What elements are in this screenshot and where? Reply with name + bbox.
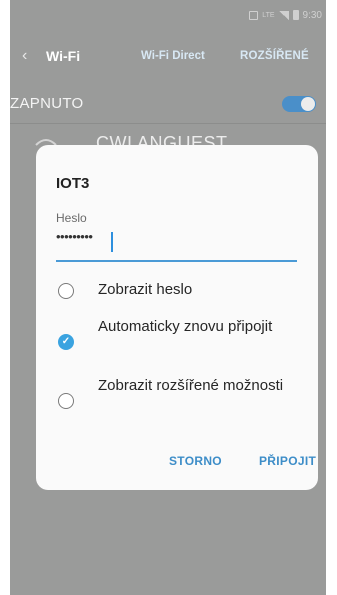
phone-screen: LTE 9:30 ‹ Wi-Fi Wi-Fi Direct ROZŠÍŘENÉ …: [10, 0, 326, 595]
option-label: Zobrazit heslo: [98, 281, 193, 298]
cancel-button[interactable]: STORNO: [169, 454, 222, 468]
status-bar: LTE 9:30: [249, 8, 322, 22]
signal-icon: [278, 10, 289, 20]
divider: [10, 123, 326, 124]
advanced-button[interactable]: ROZŠÍŘENÉ: [240, 50, 309, 62]
battery-icon: [292, 10, 299, 20]
app-header: ‹ Wi-Fi Wi-Fi Direct ROZŠÍŘENÉ: [10, 44, 326, 70]
radio-icon[interactable]: [58, 393, 74, 409]
option-label: Zobrazit rozšířené možnosti: [98, 377, 284, 394]
wifi-connect-dialog: IOT3 Heslo ••••••••• Zobrazit heslo ✓ Au…: [36, 145, 318, 490]
clock: 9:30: [302, 9, 322, 21]
back-icon[interactable]: ‹: [22, 47, 27, 65]
wifi-status-label: ZAPNUTO: [10, 95, 84, 112]
lte-indicator: LTE: [262, 11, 275, 19]
wifi-switch-row[interactable]: ZAPNUTO: [10, 93, 326, 115]
password-label: Heslo: [56, 211, 87, 225]
text-cursor: [111, 232, 113, 252]
password-field[interactable]: •••••••••: [56, 229, 93, 244]
option-label: Automaticky znovu připojit: [98, 318, 273, 335]
wifi-toggle[interactable]: [282, 96, 316, 112]
toggle-knob: [301, 97, 315, 111]
radio-icon[interactable]: [58, 283, 74, 299]
page-title: Wi-Fi: [46, 48, 81, 64]
sim-icon: [249, 10, 259, 20]
wifi-direct-button[interactable]: Wi-Fi Direct: [141, 50, 205, 62]
connect-button[interactable]: PŘIPOJIT: [259, 454, 316, 468]
password-underline: [56, 260, 297, 262]
dialog-title: IOT3: [56, 175, 90, 192]
checked-icon[interactable]: ✓: [58, 334, 74, 350]
